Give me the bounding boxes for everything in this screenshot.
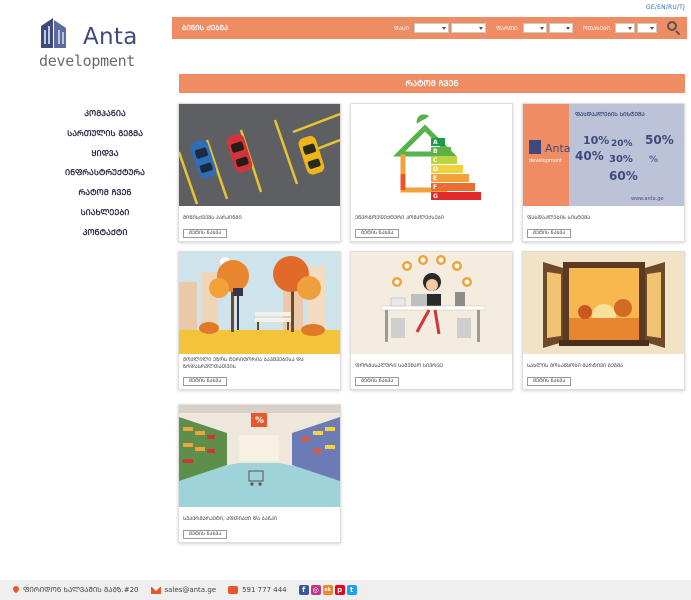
rooms-min-select[interactable] (615, 23, 635, 33)
location-pin-icon (11, 584, 21, 595)
nav-item-why-us[interactable]: ᲠᲐᲢᲝᲛ ᲩᲕᲔᲜ (40, 183, 170, 203)
sale-sign: % (255, 416, 264, 426)
phone-text: 591 777 444 (242, 586, 287, 594)
promo-headline: ᲤᲐᲡᲓᲐᲙᲚᲔᲑᲘᲡ ᲡᲘᲡᲢᲔᲛᲐ (575, 111, 645, 118)
read-more-button[interactable]: ᲛᲔᲢᲘᲡ ᲜᲐᲮᲕᲐ (527, 377, 572, 386)
svg-text:20%: 20% (611, 139, 633, 149)
read-more-button[interactable]: ᲛᲔᲢᲘᲡ ᲜᲐᲮᲕᲐ (355, 229, 400, 238)
address-text: ᲤᲘᲠᲘᲓᲝᲜ ᲮᲐᲚᲕᲐᲨᲘᲡ ᲒᲐᲛᲖ.#20 (23, 585, 139, 594)
card-parking[interactable]: ᲛᲘᲬᲘᲡᲥᲕᲔᲨᲐ ᲞᲐᲠᲙᲘᲜᲒᲘ ᲛᲔᲢᲘᲡ ᲜᲐᲮᲕᲐ (178, 103, 341, 242)
card-green-area[interactable]: ᲛᲝᲕᲚᲘᲚᲘ ᲔᲖᲝᲡ ᲢᲔᲠᲘᲢᲝᲠᲘᲐ ᲑᲐᲕᲨᲕᲔᲑᲘᲡᲐ ᲓᲐ ᲖᲠᲓ… (178, 251, 341, 390)
card-title: ᲤᲝᲠᲛᲐᲡᲐᲚᲣᲠᲘ ᲡᲐᲛᲣᲨᲐᲝ ᲡᲘᲕᲠᲪᲔ (355, 363, 443, 369)
svg-text:50%: 50% (645, 133, 674, 147)
svg-text:40%: 40% (575, 149, 604, 163)
odnoklassniki-icon[interactable]: ok (322, 585, 333, 595)
social-links: f ◎ ok p t (298, 585, 357, 595)
email-text[interactable]: sales@anta.ge (165, 586, 217, 594)
pinterest-icon[interactable]: p (334, 585, 345, 595)
apartment-search-bar: ᲑᲘᲜᲘᲡ ᲫᲔᲑᲜᲐ ᲤᲐᲡᲘ ᲤᲐᲠᲗᲘ ᲝᲗᲐᲮᲔᲑᲘ (172, 17, 687, 39)
price-min-select[interactable] (413, 23, 449, 33)
read-more-button[interactable]: ᲛᲔᲢᲘᲡ ᲜᲐᲮᲕᲐ (527, 229, 572, 238)
card-discount-system[interactable]: Anta development ᲤᲐᲡᲓᲐᲙᲚᲔᲑᲘᲡ ᲡᲘᲡᲢᲔᲛᲐ 10%… (522, 103, 685, 242)
parking-image (179, 104, 340, 206)
logo-subtitle: development (39, 52, 136, 70)
search-icon[interactable] (667, 21, 681, 36)
card-title: ᲔᲜᲔᲠᲒᲝᲔᲤᲔᲥᲢᲣᲠᲘ ᲙᲝᲛᲞᲚᲔᲥᲡᲔᲑᲘ (355, 215, 444, 221)
building-logo-icon (41, 18, 66, 48)
energy-label-g: G (433, 193, 438, 200)
read-more-button[interactable]: ᲛᲔᲢᲘᲡ ᲜᲐᲮᲕᲐ (183, 229, 228, 238)
price-filter-label: ᲤᲐᲡᲘ (393, 26, 409, 32)
sidebar-nav: ᲙᲝᲛᲞᲐᲜᲘᲐ ᲡᲐᲠᲗᲣᲚᲘᲡ ᲒᲔᲒᲛᲐ ᲧᲘᲓᲕᲐ ᲘᲜᲤᲠᲐᲡᲢᲠᲣᲥ… (40, 104, 170, 243)
rooms-max-select[interactable] (637, 23, 657, 33)
nav-item-infrastructure[interactable]: ᲘᲜᲤᲠᲐᲡᲢᲠᲣᲥᲢᲣᲠᲐ (40, 163, 170, 183)
read-more-button[interactable]: ᲛᲔᲢᲘᲡ ᲜᲐᲮᲕᲐ (183, 377, 228, 386)
card-energy-efficiency[interactable]: A B C D E F G ᲔᲜᲔᲠᲒᲝᲔᲤᲔᲥᲢᲣᲠᲘ ᲙᲝᲛᲞᲚᲔᲥᲡᲔᲑᲘ… (350, 103, 513, 242)
area-min-select[interactable] (522, 23, 547, 33)
envelope-icon (150, 586, 161, 594)
phone-icon (228, 586, 239, 594)
nav-item-contact[interactable]: ᲙᲝᲜᲢᲐᲥᲢᲘ (40, 223, 170, 243)
logo[interactable]: Anta development (39, 16, 139, 72)
card-title: ᲛᲘᲬᲘᲡᲥᲕᲔᲨᲐ ᲞᲐᲠᲙᲘᲜᲒᲘ (183, 215, 242, 221)
supermarket-image: % (179, 405, 340, 507)
promo-site: www.anta.ge (631, 196, 664, 202)
card-title: ᲡᲐᲮᲚᲘᲡ ᲛᲝᲡᲐᲬᲧᲝᲑᲘ ᲛᲐᲠᲢᲘᲕᲘ ᲒᲔᲒᲛᲐ (527, 363, 624, 369)
promo-brand: Anta (545, 142, 571, 155)
svg-text:%: % (649, 155, 658, 165)
footer: ᲤᲘᲠᲘᲓᲝᲜ ᲮᲐᲚᲕᲐᲨᲘᲡ ᲒᲐᲛᲖ.#20 sales@anta.ge … (0, 580, 691, 600)
facebook-icon[interactable]: f (298, 585, 309, 595)
energy-label-a: A (433, 139, 438, 146)
svg-text:30%: 30% (609, 154, 633, 165)
nav-item-commercial-plan[interactable]: ᲡᲐᲠᲗᲣᲚᲘᲡ ᲒᲔᲒᲛᲐ (40, 124, 170, 144)
card-windows[interactable]: ᲡᲐᲮᲚᲘᲡ ᲛᲝᲡᲐᲬᲧᲝᲑᲘ ᲛᲐᲠᲢᲘᲕᲘ ᲒᲔᲒᲛᲐ ᲛᲔᲢᲘᲡ ᲜᲐᲮ… (522, 251, 685, 390)
footer-email[interactable]: sales@anta.ge (150, 586, 217, 594)
search-title: ᲑᲘᲜᲘᲡ ᲫᲔᲑᲜᲐ (182, 23, 229, 32)
promo-sub: development (529, 158, 562, 164)
energy-label-d: D (433, 166, 438, 173)
discount-promo-image: Anta development ᲤᲐᲡᲓᲐᲙᲚᲔᲑᲘᲡ ᲡᲘᲡᲢᲔᲛᲐ 10%… (523, 104, 684, 206)
language-switch[interactable]: GE/EN/RU/TJ (646, 4, 685, 11)
workspace-image (351, 252, 512, 354)
energy-efficiency-image: A B C D E F G (351, 104, 512, 206)
nav-item-sale[interactable]: ᲧᲘᲓᲕᲐ (40, 144, 170, 164)
read-more-button[interactable]: ᲛᲔᲢᲘᲡ ᲜᲐᲮᲕᲐ (355, 377, 400, 386)
rooms-filter-label: ᲝᲗᲐᲮᲔᲑᲘ (582, 26, 610, 32)
read-more-button[interactable]: ᲛᲔᲢᲘᲡ ᲜᲐᲮᲕᲐ (183, 530, 228, 539)
instagram-icon[interactable]: ◎ (310, 585, 321, 595)
energy-label-b: B (433, 148, 438, 155)
nav-item-company[interactable]: ᲙᲝᲛᲞᲐᲜᲘᲐ (40, 104, 170, 124)
card-title: ᲛᲝᲕᲚᲘᲚᲘ ᲔᲖᲝᲡ ᲢᲔᲠᲘᲢᲝᲠᲘᲐ ᲑᲐᲕᲨᲕᲔᲑᲘᲡᲐ ᲓᲐ ᲖᲠᲓ… (183, 357, 304, 370)
card-supermarket[interactable]: % ᲡᲣᲞᲔᲠᲛᲐᲠᲙᲔᲢᲘ, ᲐᲤᲗᲘᲐᲥᲘ ᲓᲐ ᲑᲐᲜᲙᲘ ᲛᲔᲢᲘᲡ Ნ… (178, 404, 341, 543)
footer-phone: 591 777 444 (228, 586, 287, 594)
footer-address: ᲤᲘᲠᲘᲓᲝᲜ ᲮᲐᲚᲕᲐᲨᲘᲡ ᲒᲐᲛᲖ.#20 (11, 584, 139, 595)
card-workspace[interactable]: ᲤᲝᲠᲛᲐᲡᲐᲚᲣᲠᲘ ᲡᲐᲛᲣᲨᲐᲝ ᲡᲘᲕᲠᲪᲔ ᲛᲔᲢᲘᲡ ᲜᲐᲮᲕᲐ (350, 251, 513, 390)
area-filter-label: ᲤᲐᲠᲗᲘ (495, 26, 518, 32)
card-title: ᲡᲣᲞᲔᲠᲛᲐᲠᲙᲔᲢᲘ, ᲐᲤᲗᲘᲐᲥᲘ ᲓᲐ ᲑᲐᲜᲙᲘ (183, 516, 278, 522)
price-max-select[interactable] (450, 23, 486, 33)
svg-text:60%: 60% (609, 169, 638, 183)
card-title: ᲤᲐᲡᲓᲐᲙᲚᲔᲑᲘᲡ ᲡᲘᲡᲢᲔᲛᲐ (527, 215, 591, 221)
energy-label-e: E (433, 175, 437, 182)
area-max-select[interactable] (548, 23, 573, 33)
twitter-icon[interactable]: t (346, 585, 357, 595)
park-image (179, 252, 340, 354)
svg-text:10%: 10% (583, 134, 609, 147)
window-image (523, 252, 684, 354)
nav-item-news[interactable]: ᲡᲘᲐᲮᲚᲔᲔᲑᲘ (40, 203, 170, 223)
section-title: ᲠᲐᲢᲝᲛ ᲩᲕᲔᲜ (179, 74, 685, 93)
page: GE/EN/RU/TJ Anta development ᲙᲝᲛᲞᲐᲜᲘᲐ ᲡᲐ… (0, 0, 691, 600)
energy-label-f: F (433, 184, 437, 191)
search-filters: ᲤᲐᲡᲘ ᲤᲐᲠᲗᲘ ᲝᲗᲐᲮᲔᲑᲘ (386, 21, 681, 36)
logo-name: Anta (83, 24, 138, 50)
energy-label-c: C (433, 157, 438, 164)
